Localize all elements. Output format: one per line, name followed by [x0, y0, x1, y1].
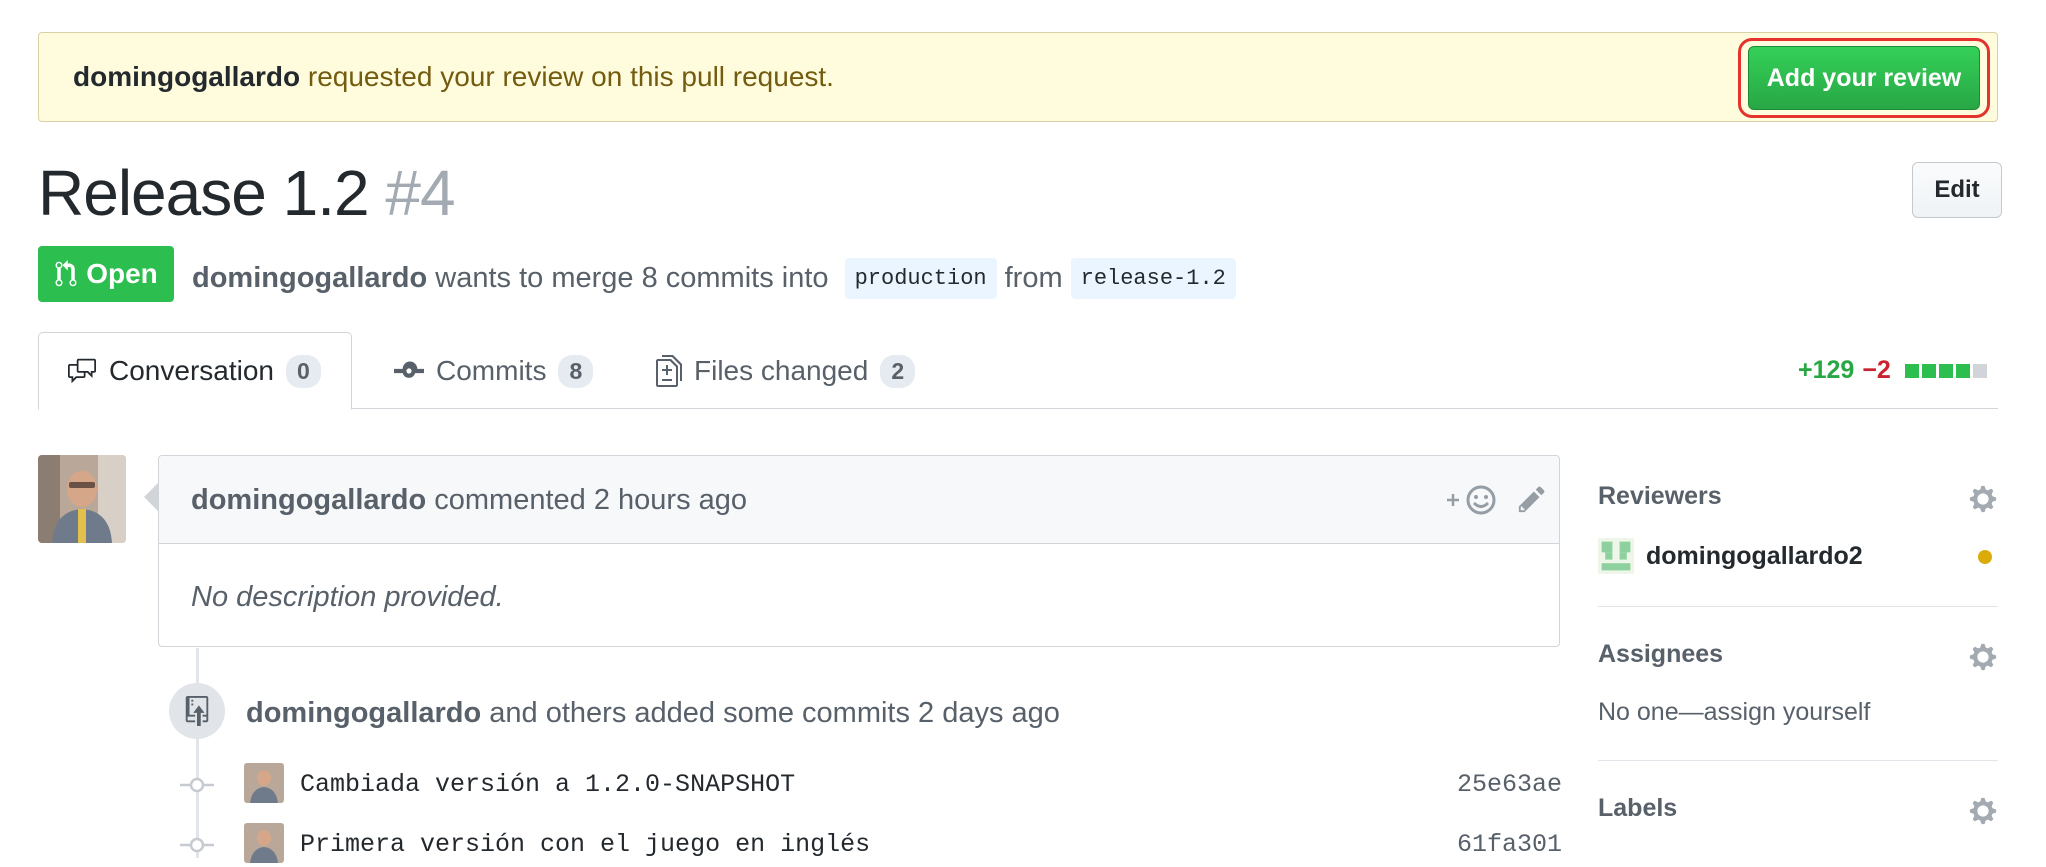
diffstat-additions: +129: [1798, 356, 1855, 384]
commit-sha-link[interactable]: 61fa301: [1457, 830, 1562, 859]
git-pull-request-icon: [55, 260, 77, 287]
add-review-button[interactable]: Add your review: [1748, 46, 1980, 110]
diffstat-block-added: [1921, 363, 1936, 378]
diffstat-block-added: [1955, 363, 1970, 378]
reviewer-item[interactable]: domingogallardo2: [1598, 538, 1863, 574]
comment-box: domingogallardo commented 2 hours ago No…: [158, 455, 1560, 647]
page-title: Release 1.2 #4: [38, 156, 456, 230]
labels-heading: Labels: [1598, 794, 1678, 822]
assignees-gear-icon[interactable]: [1968, 642, 1998, 672]
commit-avatar[interactable]: [244, 823, 284, 863]
assign-yourself-link[interactable]: No one—assign yourself: [1598, 698, 1870, 727]
diffstat-blocks: [1904, 363, 1987, 378]
reviewers-gear-icon[interactable]: [1968, 484, 1998, 514]
tab-commits[interactable]: Commits 8: [394, 332, 594, 410]
tab-files-changed[interactable]: Files changed 2: [656, 332, 916, 410]
comment-discussion-icon: [68, 358, 96, 384]
commits-author-link[interactable]: domingogallardo: [246, 697, 481, 729]
diffstat-block-added: [1938, 363, 1953, 378]
git-commit-icon: [180, 837, 214, 853]
author-avatar[interactable]: [38, 455, 126, 543]
reviewer-name[interactable]: domingogallardo2: [1646, 542, 1863, 571]
tab-conversation[interactable]: Conversation 0: [38, 332, 352, 410]
repo-push-icon: [185, 696, 209, 726]
reviewers-heading: Reviewers: [1598, 482, 1722, 510]
commits-summary: domingogallardo and others added some co…: [246, 697, 1060, 729]
add-reaction-button[interactable]: [1445, 484, 1501, 521]
pr-author-link[interactable]: domingogallardo: [192, 262, 427, 295]
banner-user[interactable]: domingogallardo: [73, 61, 300, 92]
commit-row: Cambiada versión a 1.2.0-SNAPSHOT 25e63a…: [180, 763, 1562, 807]
labels-gear-icon[interactable]: [1968, 796, 1998, 826]
pr-meta: domingogallardo wants to merge 8 commits…: [192, 258, 1244, 299]
git-commit-icon: [394, 361, 424, 378]
banner-message: domingogallardo requested your review on…: [73, 61, 834, 92]
head-branch[interactable]: release-1.2: [1070, 258, 1236, 299]
diffstat-block-neutral: [1972, 363, 1987, 378]
git-commit-icon: [180, 777, 214, 793]
tab-counter: 2: [880, 354, 916, 388]
review-pending-indicator: [1978, 550, 1992, 564]
state-label: Open: [86, 258, 158, 289]
tab-counter: 8: [558, 354, 594, 388]
edit-comment-button[interactable]: [1517, 484, 1547, 519]
repo-push-badge: [169, 683, 225, 739]
base-branch[interactable]: production: [844, 258, 997, 299]
pencil-icon: [1518, 486, 1545, 513]
state-badge: Open: [38, 246, 174, 302]
file-diff-icon: [656, 355, 682, 387]
comment-header: domingogallardo commented 2 hours ago: [159, 456, 1559, 544]
comment-body: No description provided.: [191, 581, 504, 613]
diffstat-deletions: −2: [1862, 356, 1891, 384]
reviewer-avatar: [1598, 538, 1634, 574]
commit-message-link[interactable]: Primera versión con el juego en inglés: [300, 830, 870, 859]
edit-title-button[interactable]: Edit: [1912, 162, 2002, 218]
pr-title-text: Release 1.2: [38, 157, 370, 229]
diffstat[interactable]: +129 −2: [1798, 356, 1987, 385]
pr-number: #4: [385, 157, 455, 229]
comment-author-link[interactable]: domingogallardo: [191, 484, 426, 516]
assignees-heading: Assignees: [1598, 640, 1724, 668]
tab-counter: 0: [285, 354, 321, 388]
commit-row: Primera versión con el juego en inglés 6…: [180, 823, 1562, 867]
comment-timestamp[interactable]: commented 2 hours ago: [426, 484, 747, 516]
review-request-banner: domingogallardo requested your review on…: [38, 32, 1998, 122]
commit-avatar[interactable]: [244, 763, 284, 803]
commit-sha-link[interactable]: 25e63ae: [1457, 770, 1562, 799]
smiley-icon: [1447, 485, 1496, 515]
comment-caret: [144, 482, 159, 512]
commit-message-link[interactable]: Cambiada versión a 1.2.0-SNAPSHOT: [300, 770, 795, 799]
sidebar-divider: [1598, 760, 1998, 761]
sidebar-divider: [1598, 606, 1998, 607]
diffstat-block-added: [1904, 363, 1919, 378]
